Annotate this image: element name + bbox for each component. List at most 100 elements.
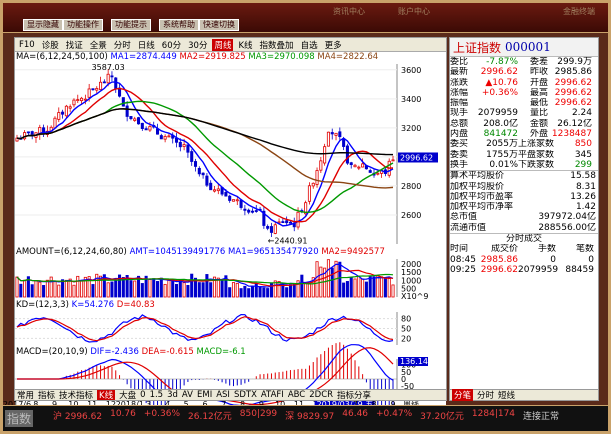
candle-body [224,191,228,197]
indicator-tab-13[interactable]: ABC [288,390,305,400]
indicator-tab-4[interactable]: 大盘 [119,390,136,400]
volume-bar [80,280,84,298]
indicator-tab-2[interactable]: 技术指标 [59,390,93,400]
candle-body [338,131,342,138]
toolbar-item-7[interactable]: 30分 [186,39,209,51]
quote-value: 2996.62 [480,67,518,78]
quote-tab-0[interactable]: 分笔 [452,389,474,401]
volume-bar [209,282,213,298]
tick-head-cell: 成交价 [490,244,518,255]
candle-body [95,88,99,91]
dim-menu-1[interactable]: 资讯中心 [333,6,365,17]
volume-bar [387,278,391,298]
candle-body [178,141,182,148]
dim-menu-2[interactable]: 账户中心 [398,6,430,17]
topbar-btn-1[interactable]: 功能操作 [63,19,103,31]
quote-label: 量比 [529,108,548,119]
indicator-tab-0[interactable]: 常用 [17,390,34,400]
candle-body [330,132,334,135]
candle-body [357,166,361,169]
indicator-tab-5[interactable]: 0 [140,390,145,400]
volume-bar [19,283,23,298]
topbar-btn-2[interactable]: 功能提示 [111,19,151,31]
candle-body [87,88,91,98]
candle-body [102,81,106,84]
volume-bar [61,279,65,298]
topbar-btn-0[interactable]: 显示隐藏 [23,19,63,31]
indicator-tab-10[interactable]: ASI [216,390,230,400]
toolbar-item-0[interactable]: F10 [17,40,37,50]
indicator-tab-6[interactable]: 1.5 [150,390,164,400]
toolbar-item-2[interactable]: 找证 [64,39,85,51]
candle-body [296,211,300,228]
toolbar-item-3[interactable]: 全景 [88,39,109,51]
volume-bar [23,279,27,298]
indicator-tab-15[interactable]: 指标分享 [337,390,371,400]
volume-bar [277,281,281,298]
volume-bar [190,273,194,298]
tick-head-cell: 手数 [537,244,556,255]
candle-body [209,182,213,191]
candle-body [106,73,110,84]
volume-bar [266,288,270,298]
stat-value: 288556.00亿 [538,222,596,233]
indicator-tab-11[interactable]: SDTX [234,390,257,400]
tick-cell: 2079959 [518,264,559,275]
toolbar-item-4[interactable]: 分时 [112,39,133,51]
candle-body [311,182,315,187]
indicator-tab-12[interactable]: ATAFI [261,390,284,400]
kd-tick-label: 50 [401,325,411,334]
volume-bar [376,275,380,298]
quote-value: 2.24 [571,108,592,119]
quote-value: 2055万 [486,139,518,150]
candle-body [361,163,365,168]
toolbar-item-6[interactable]: 60分 [160,39,183,51]
candle-body [288,221,292,224]
stat-label: 流通市值 [450,222,487,233]
tick-list: 分时成交 时间 成交价 手数 笔数 08:45 2985.86 0 0 09:25 2996.62 2… [450,233,598,275]
quote-label: 上涨家数 [518,139,555,150]
toolbar-item-10[interactable]: 指数叠加 [258,39,296,51]
indicator-tab-1[interactable]: 指标 [38,390,55,400]
volume-bar [76,275,80,298]
volume-bar [239,288,243,298]
toolbar-item-1[interactable]: 诊股 [40,39,61,51]
high-annotation: 3587.03 [92,63,125,72]
toolbar-item-9[interactable]: K线 [236,39,254,51]
volume-bar [307,283,311,298]
tick-cell: 2996.62 [480,264,518,275]
volume-bar [330,267,334,298]
volume-pane[interactable]: AMOUNT=(6,12,24,60,80) AMT=1045139491776… [15,247,446,301]
candle-body [281,221,285,224]
topbar-btn-4[interactable]: 快速切换 [199,19,239,31]
price-pane[interactable]: MA=(6,12,24,50,100) MA1=2874.449 MA2=291… [15,52,446,247]
volume-bar [353,278,357,298]
status-item-2: +0.36% [143,409,180,419]
indicator-tab-7[interactable]: 3d [167,390,178,400]
volume-bar [133,280,137,298]
quote-label: 委差 [529,57,548,67]
indicator-tab-14[interactable]: 2DCR [309,390,333,400]
toolbar-item-12[interactable]: 更多 [323,39,344,51]
quote-label: 委比 [450,57,469,67]
candle-body [91,88,95,91]
candle-body [243,208,247,211]
candle-body [83,98,87,101]
candle-body [250,210,255,213]
toolbar-item-5[interactable]: 日线 [136,39,157,51]
quote-tab-2[interactable]: 短线 [498,389,515,401]
toolbar-item-8[interactable]: 周线 [212,38,234,51]
kd-pane[interactable]: KD=(12,3,3) K=54.276 D=40.83 80 50 20 [15,300,446,347]
volume-bar [171,280,175,298]
volume-bar [49,276,53,298]
candle-body [342,138,346,147]
status-item-10: 连接正常 [523,412,560,422]
candle-body [212,189,217,192]
toolbar-item-11[interactable]: 自选 [299,39,320,51]
volume-bar [163,283,167,298]
indicator-tab-3[interactable]: K线 [97,390,116,400]
indicator-tab-9[interactable]: EMI [197,390,212,400]
topbar-btn-3[interactable]: 系统帮助 [159,19,199,31]
indicator-tab-8[interactable]: AV [182,390,193,400]
quote-tab-1[interactable]: 分时 [477,389,494,401]
